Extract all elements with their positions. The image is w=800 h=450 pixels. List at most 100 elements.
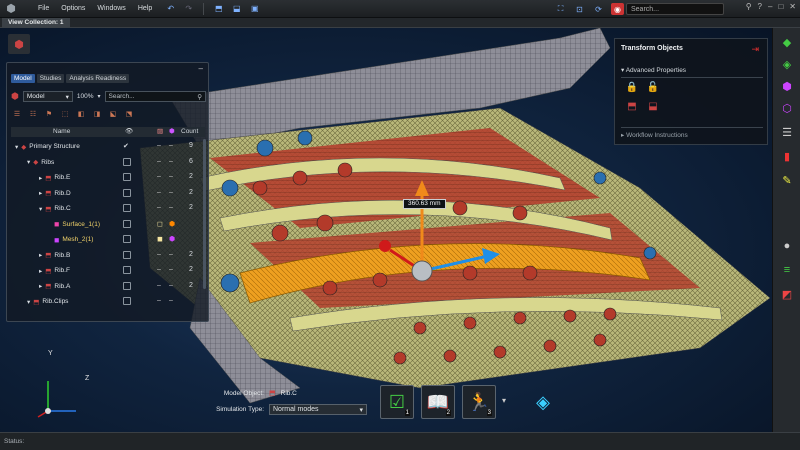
property-icon[interactable]: ⬡ (778, 100, 796, 116)
column-count[interactable]: Count (181, 128, 198, 135)
filter-icon[interactable]: ⚑ (43, 109, 55, 119)
sphere-icon[interactable]: ● (778, 238, 796, 254)
material-cell[interactable]: – (157, 297, 161, 304)
tree-row[interactable]: ▸ ⬒ Rib.D – – 2 (11, 186, 205, 202)
visibility-checkbox[interactable] (123, 204, 131, 214)
property-cell[interactable]: – (169, 297, 173, 304)
model-object-value[interactable]: Rib.C (281, 390, 297, 397)
menu-options[interactable]: Options (61, 5, 85, 12)
expand-icon[interactable]: ▾ (39, 205, 42, 213)
model-filter-select[interactable]: Model ▾ (22, 91, 73, 102)
property-cell[interactable]: – (169, 204, 173, 211)
visibility-checkbox[interactable] (123, 188, 131, 199)
browser-toggle-icon[interactable]: ⬢ (8, 34, 30, 54)
material-icon[interactable]: ⬢ (778, 78, 796, 94)
tree-row[interactable]: ◼ Mesh_2(1) ◼ ⬢ (11, 232, 205, 248)
property-cell[interactable]: – (169, 158, 173, 165)
material-cell[interactable]: – (157, 266, 161, 273)
material-cell[interactable]: – (157, 158, 161, 165)
visibility-checkbox[interactable] (123, 297, 131, 307)
tree-row[interactable]: ▾ ◆ Ribs – – 6 (11, 155, 205, 171)
visibility-checkbox[interactable] (123, 173, 131, 183)
zoom-chevron-icon[interactable]: ▾ (97, 93, 100, 100)
global-search-input[interactable]: Search... (626, 3, 724, 15)
lock-icon[interactable]: 🔒 (625, 80, 639, 94)
export-icon[interactable]: ⬓ (230, 3, 243, 15)
step-1-setup-button[interactable]: ☑ 1 (380, 385, 414, 419)
simulation-type-select[interactable]: Normal modes ▾ (269, 404, 367, 415)
visibility-checkbox[interactable] (123, 219, 131, 230)
close-icon[interactable]: ✕ (789, 2, 796, 11)
exit-icon[interactable]: ⇥ (751, 44, 759, 55)
property-cell[interactable]: – (169, 142, 173, 149)
select-icon[interactable]: ⬕ (107, 109, 119, 119)
results-cube-button[interactable]: ◈ (526, 385, 560, 419)
rotate-icon[interactable]: ⟳ (592, 3, 605, 15)
workflow-instructions-header[interactable]: ▸ Workflow Instructions (621, 127, 763, 139)
unlock-icon[interactable]: 🔓 (646, 80, 660, 94)
run-dropdown-icon[interactable]: ▾ (502, 396, 506, 405)
expand-icon[interactable]: ▸ (39, 174, 42, 182)
tree-row[interactable]: ▸ ⬒ Rib.B – – 2 (11, 248, 205, 264)
property-cell[interactable]: – (169, 282, 173, 289)
visibility-checkbox[interactable]: ✔ (123, 142, 129, 150)
visibility-checkbox[interactable] (123, 266, 131, 276)
property-cell[interactable]: ⬢ (169, 220, 175, 228)
user-avatar-icon[interactable]: ◉ (611, 3, 624, 15)
undo-icon[interactable]: ↶ (164, 3, 177, 15)
minimize-icon[interactable]: – (768, 2, 772, 11)
pivot-icon[interactable]: ⬓ (646, 99, 660, 113)
material-cell[interactable]: ◼ (157, 235, 163, 243)
collapse-all-icon[interactable]: ☷ (27, 109, 39, 119)
visibility-checkbox[interactable] (123, 250, 131, 261)
step-3-run-button[interactable]: 🏃 3 (462, 385, 496, 419)
property-cell[interactable]: – (169, 173, 173, 180)
tree-scrollbar[interactable] (203, 139, 206, 289)
expand-icon[interactable]: ▸ (39, 189, 42, 197)
tree-row[interactable]: ▸ ⬒ Rib.E – – 2 (11, 170, 205, 186)
tree-row[interactable]: ▾ ⬒ Rib.Clips – – (11, 294, 205, 310)
expand-icon[interactable]: ▾ (27, 298, 30, 306)
property-cell[interactable]: – (169, 266, 173, 273)
property-cell[interactable]: – (169, 189, 173, 196)
show-icon[interactable]: ◧ (75, 109, 87, 119)
tree-row[interactable]: ▾ ⬒ Rib.C – – 2 (11, 201, 205, 217)
visibility-checkbox[interactable] (123, 157, 131, 168)
tree-row[interactable]: ◼ Surface_1(1) ◻ ⬢ (11, 217, 205, 233)
expand-icon[interactable]: ▾ (27, 158, 30, 166)
browser-search-input[interactable]: Search... ⚲ (104, 91, 206, 102)
section-icon[interactable]: ◩ (778, 286, 796, 302)
move-object-icon[interactable]: ⬒ (625, 99, 639, 113)
tab-view-collection[interactable]: View Collection: 1 (2, 18, 70, 28)
layers-icon[interactable]: ≡ (778, 262, 796, 278)
property-cell[interactable]: ⬢ (169, 235, 175, 243)
expand-icon[interactable]: ▸ (39, 251, 42, 259)
results-icon[interactable]: ✎ (778, 172, 796, 188)
material-cell[interactable]: – (157, 142, 161, 149)
material-cell[interactable]: – (157, 251, 161, 258)
list-icon[interactable]: ☰ (778, 124, 796, 140)
property-cell[interactable]: – (169, 251, 173, 258)
visibility-checkbox[interactable] (123, 235, 131, 245)
maximize-icon[interactable]: □ (778, 2, 783, 11)
mesh-icon[interactable]: ◈ (778, 56, 796, 72)
tab-analysis-readiness[interactable]: Analysis Readiness (66, 74, 130, 83)
fit-view-icon[interactable]: ⛶ (554, 3, 567, 15)
material-cell[interactable]: – (157, 173, 161, 180)
expand-icon[interactable]: ▸ (39, 282, 42, 290)
expand-icon[interactable]: ▾ (15, 143, 18, 151)
isolate-icon[interactable]: ⬚ (59, 109, 71, 119)
tree-row[interactable]: ▾ ◆ Primary Structure ✔ – – 9 (11, 139, 205, 155)
3d-viewport[interactable]: 360.63 mm Y Z Model Object: ⬒ Rib.C Simu… (0, 28, 772, 432)
group-icon[interactable]: ⬔ (123, 109, 135, 119)
geometry-icon[interactable]: ◆ (778, 34, 796, 50)
expand-all-icon[interactable]: ☰ (11, 109, 23, 119)
menu-help[interactable]: Help (138, 5, 152, 12)
expand-icon[interactable]: ▸ (39, 267, 42, 275)
menu-windows[interactable]: Windows (97, 5, 125, 12)
import-icon[interactable]: ⬒ (212, 3, 225, 15)
search-icon[interactable]: ⚲ (746, 2, 752, 11)
tab-studies[interactable]: Studies (36, 74, 65, 83)
hide-icon[interactable]: ◨ (91, 109, 103, 119)
material-cell[interactable]: – (157, 282, 161, 289)
